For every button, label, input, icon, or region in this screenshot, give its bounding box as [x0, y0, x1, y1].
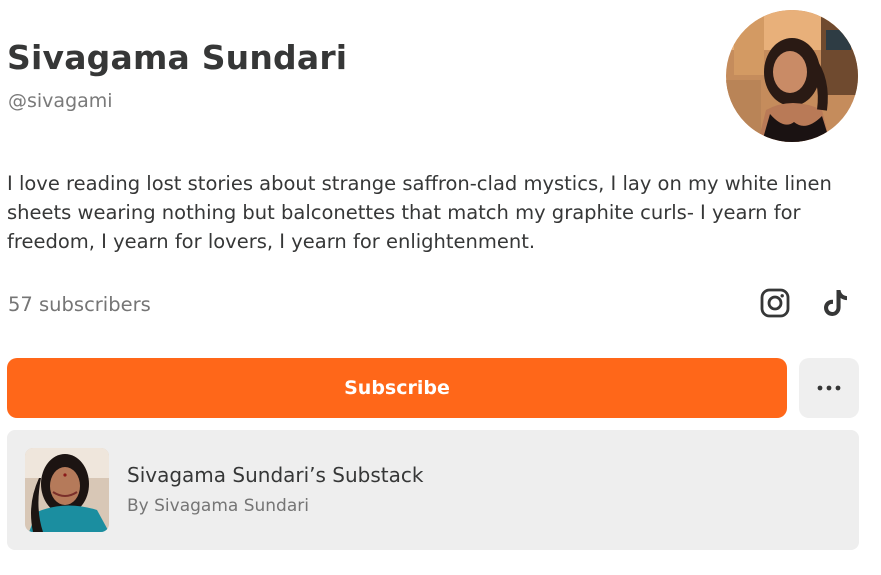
publication-title: Sivagama Sundari’s Substack — [127, 463, 424, 487]
profile-handle: @sivagami — [8, 90, 113, 112]
tiktok-icon[interactable] — [818, 286, 852, 320]
publication-logo — [25, 448, 109, 532]
profile-bio: I love reading lost stories about strang… — [7, 172, 832, 253]
instagram-icon[interactable] — [758, 286, 792, 320]
more-options-button[interactable] — [799, 358, 859, 418]
more-horizontal-icon — [817, 385, 841, 391]
publication-card[interactable]: Sivagama Sundari’s Substack By Sivagama … — [7, 430, 859, 550]
profile-name: Sivagama Sundari — [7, 38, 348, 77]
publication-author: By Sivagama Sundari — [127, 496, 309, 516]
subscriber-count: 57 subscribers — [8, 293, 151, 316]
subscribe-button[interactable]: Subscribe — [7, 358, 787, 418]
profile-avatar — [726, 10, 858, 142]
